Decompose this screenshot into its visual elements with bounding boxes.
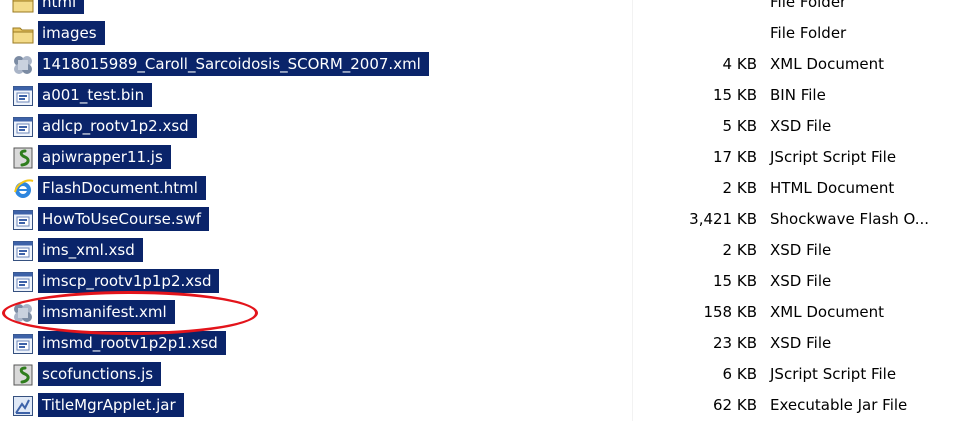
file-size: 62 KB bbox=[713, 396, 757, 414]
file-size: 15 KB bbox=[713, 272, 757, 290]
xml-file-icon bbox=[12, 54, 34, 76]
file-size: 15 KB bbox=[713, 86, 757, 104]
folder-icon bbox=[12, 23, 34, 45]
generic-file-icon bbox=[12, 271, 34, 293]
file-name[interactable]: imscp_rootv1p1p2.xsd bbox=[38, 269, 220, 293]
file-type: JScript Script File bbox=[770, 148, 897, 166]
file-row-name-cell: apiwrapper11.js bbox=[0, 141, 632, 172]
file-type: XSD File bbox=[770, 334, 832, 352]
file-size: 23 KB bbox=[713, 334, 757, 352]
file-row-name-cell: a001_test.bin bbox=[0, 79, 632, 110]
file-row-name-cell: html bbox=[0, 0, 632, 17]
file-name[interactable]: a001_test.bin bbox=[38, 83, 153, 107]
file-row[interactable]: scofunctions.js 6 KB JScript Script File bbox=[0, 358, 972, 389]
file-size: 2 KB bbox=[722, 179, 757, 197]
file-type: XML Document bbox=[770, 55, 885, 73]
script-file-icon bbox=[12, 147, 34, 169]
file-type: XSD File bbox=[770, 241, 832, 259]
file-row-name-cell: images bbox=[0, 17, 632, 48]
file-row[interactable]: html File Folder bbox=[0, 0, 972, 17]
file-row-name-cell: imscp_rootv1p1p2.xsd bbox=[0, 265, 632, 296]
file-size: 6 KB bbox=[722, 365, 757, 383]
file-row[interactable]: images File Folder bbox=[0, 17, 972, 48]
jar-file-icon bbox=[12, 395, 34, 417]
file-row[interactable]: imsmd_rootv1p2p1.xsd 23 KB XSD File bbox=[0, 327, 972, 358]
file-row[interactable]: ims_xml.xsd 2 KB XSD File bbox=[0, 234, 972, 265]
file-type: File Folder bbox=[770, 0, 847, 11]
file-size: 5 KB bbox=[722, 117, 757, 135]
internet-explorer-icon bbox=[12, 178, 34, 200]
file-row[interactable]: imsmanifest.xml 158 KB XML Document bbox=[0, 296, 972, 327]
generic-file-icon bbox=[12, 333, 34, 355]
file-row-name-cell: scofunctions.js bbox=[0, 358, 632, 389]
file-row[interactable]: a001_test.bin 15 KB BIN File bbox=[0, 79, 972, 110]
file-name[interactable]: imsmd_rootv1p2p1.xsd bbox=[38, 331, 226, 355]
generic-file-icon bbox=[12, 209, 34, 231]
file-row[interactable]: HowToUseCourse.swf 3,421 KB Shockwave Fl… bbox=[0, 203, 972, 234]
file-name[interactable]: 1418015989_Caroll_Sarcoidosis_SCORM_2007… bbox=[38, 52, 429, 76]
file-type: XSD File bbox=[770, 272, 832, 290]
file-type: XML Document bbox=[770, 303, 885, 321]
file-name[interactable]: apiwrapper11.js bbox=[38, 145, 171, 169]
file-name[interactable]: HowToUseCourse.swf bbox=[38, 207, 210, 231]
file-row[interactable]: TitleMgrApplet.jar 62 KB Executable Jar … bbox=[0, 389, 972, 420]
file-type: HTML Document bbox=[770, 179, 895, 197]
file-row-name-cell: HowToUseCourse.swf bbox=[0, 203, 632, 234]
file-type: JScript Script File bbox=[770, 365, 897, 383]
file-size: 158 KB bbox=[703, 303, 757, 321]
file-size: 4 KB bbox=[722, 55, 757, 73]
file-size: 17 KB bbox=[713, 148, 757, 166]
file-row[interactable]: FlashDocument.html 2 KB HTML Document bbox=[0, 172, 972, 203]
file-row-name-cell: ims_xml.xsd bbox=[0, 234, 632, 265]
file-type: Shockwave Flash O... bbox=[770, 210, 930, 228]
file-name[interactable]: images bbox=[38, 21, 105, 45]
file-row-name-cell: imsmd_rootv1p2p1.xsd bbox=[0, 327, 632, 358]
file-size: 2 KB bbox=[722, 241, 757, 259]
file-name[interactable]: html bbox=[38, 0, 85, 14]
file-type: File Folder bbox=[770, 24, 847, 42]
file-row[interactable]: adlcp_rootv1p2.xsd 5 KB XSD File bbox=[0, 110, 972, 141]
file-name[interactable]: TitleMgrApplet.jar bbox=[38, 393, 184, 417]
file-name[interactable]: FlashDocument.html bbox=[38, 176, 206, 200]
file-row[interactable]: imscp_rootv1p1p2.xsd 15 KB XSD File bbox=[0, 265, 972, 296]
file-row-name-cell: imsmanifest.xml bbox=[0, 296, 632, 327]
file-row-name-cell: TitleMgrApplet.jar bbox=[0, 389, 632, 420]
generic-file-icon bbox=[12, 85, 34, 107]
file-row[interactable]: 1418015989_Caroll_Sarcoidosis_SCORM_2007… bbox=[0, 48, 972, 79]
file-name[interactable]: adlcp_rootv1p2.xsd bbox=[38, 114, 197, 138]
file-row-name-cell: FlashDocument.html bbox=[0, 172, 632, 203]
file-row-name-cell: adlcp_rootv1p2.xsd bbox=[0, 110, 632, 141]
folder-icon bbox=[12, 0, 34, 14]
file-name[interactable]: imsmanifest.xml bbox=[38, 300, 175, 324]
file-row-name-cell: 1418015989_Caroll_Sarcoidosis_SCORM_2007… bbox=[0, 48, 632, 79]
file-name[interactable]: scofunctions.js bbox=[38, 362, 162, 386]
script-file-icon bbox=[12, 364, 34, 386]
file-name[interactable]: ims_xml.xsd bbox=[38, 238, 143, 262]
generic-file-icon bbox=[12, 240, 34, 262]
file-row[interactable]: apiwrapper11.js 17 KB JScript Script Fil… bbox=[0, 141, 972, 172]
file-type: Executable Jar File bbox=[770, 396, 908, 414]
file-type: BIN File bbox=[770, 86, 826, 104]
xml-file-icon bbox=[12, 302, 34, 324]
file-size: 3,421 KB bbox=[689, 210, 757, 228]
file-type: XSD File bbox=[770, 117, 832, 135]
column-divider bbox=[632, 0, 633, 421]
generic-file-icon bbox=[12, 116, 34, 138]
